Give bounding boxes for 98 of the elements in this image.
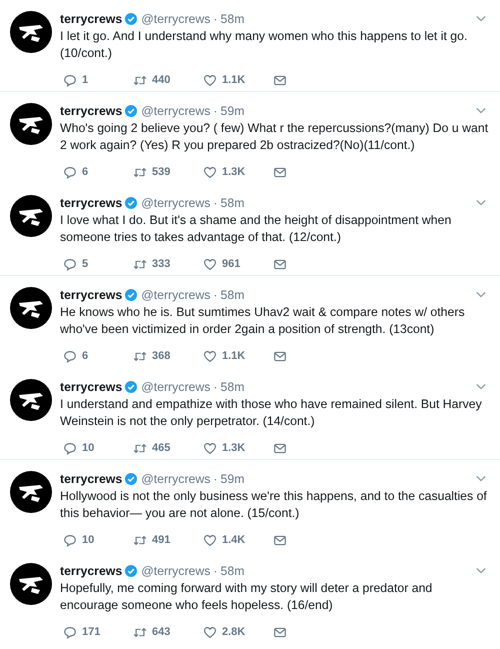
user-name[interactable]: terrycrews: [60, 196, 122, 210]
like-count: 1.4K: [222, 534, 246, 546]
separator-dot: ·: [213, 12, 218, 26]
avatar[interactable]: [10, 471, 52, 513]
timestamp[interactable]: 59m: [220, 472, 244, 486]
heart-icon[interactable]: [203, 166, 217, 178]
user-handle[interactable]: @terrycrews: [141, 564, 210, 578]
separator-dot: ·: [213, 380, 218, 394]
reply-count: 1: [82, 74, 90, 86]
retweet-icon[interactable]: [133, 626, 147, 638]
reply-icon[interactable]: [63, 258, 77, 270]
reply-count: 6: [82, 350, 90, 362]
envelope-icon[interactable]: [273, 350, 287, 362]
tweet-text: I let it go. And I understand why many women who this happens to let it go. (10/cont.): [60, 28, 468, 62]
tweet-text: Who's going 2 believe you? ( few) What r the repercussions?(many) Do u want 2 work again? (Yes) R you prepared 2b ostracized?(No)(11/cont.): [60, 120, 490, 154]
reply-icon[interactable]: [63, 74, 77, 86]
reply-icon[interactable]: [63, 166, 77, 178]
reply-count: 5: [82, 258, 90, 270]
retweet-count: 440: [152, 74, 172, 86]
retweet-icon[interactable]: [133, 534, 147, 546]
timestamp[interactable]: 58m: [220, 564, 244, 578]
envelope-icon[interactable]: [273, 626, 287, 638]
user-name[interactable]: terrycrews: [60, 380, 122, 394]
retweet-count: 465: [152, 442, 172, 454]
tweet-text: Hopefully, me coming forward with my story will deter a predator and encourage someone who feels hopeless. (16/end): [60, 580, 434, 614]
envelope-icon[interactable]: [273, 74, 287, 86]
tweet-text: I understand and empathize with those who have remained silent. But Harvey Weinstein is not the only perpetrator. (14/cont.): [60, 396, 483, 430]
avatar[interactable]: [10, 11, 52, 53]
retweet-icon[interactable]: [133, 350, 147, 362]
avatar[interactable]: [10, 103, 52, 145]
like-count: 1.3K: [222, 166, 246, 178]
retweet-count: 333: [152, 258, 172, 270]
heart-icon[interactable]: [203, 74, 217, 86]
chevron-down-icon[interactable]: [476, 567, 486, 574]
retweet-count: 368: [152, 350, 172, 362]
tweet-text: Hollywood is not the only business we're this happens, and to the casualties of this behavior— you are not alone. (15/cont.): [60, 488, 488, 522]
heart-icon[interactable]: [203, 442, 217, 454]
user-name[interactable]: terrycrews: [60, 472, 122, 486]
chevron-down-icon[interactable]: [476, 15, 486, 22]
user-name[interactable]: terrycrews: [60, 12, 122, 26]
user-name[interactable]: terrycrews: [60, 564, 122, 578]
tweet-text: I love what I do. But it's a shame and the height of disappointment when someone tries to takes advantage of that. (12/cont.): [60, 212, 452, 246]
reply-count: 10: [82, 442, 96, 454]
separator-dot: ·: [213, 104, 218, 118]
retweet-icon[interactable]: [133, 442, 147, 454]
like-count: 1.1K: [222, 350, 246, 362]
heart-icon[interactable]: [203, 258, 217, 270]
retweet-count: 539: [152, 166, 172, 178]
avatar[interactable]: [10, 379, 52, 421]
retweet-icon[interactable]: [133, 74, 147, 86]
timestamp[interactable]: 58m: [220, 380, 244, 394]
heart-icon[interactable]: [203, 626, 217, 638]
reply-icon[interactable]: [63, 350, 77, 362]
user-handle[interactable]: @terrycrews: [141, 12, 210, 26]
user-handle[interactable]: @terrycrews: [141, 472, 210, 486]
reply-icon[interactable]: [63, 534, 77, 546]
heart-icon[interactable]: [203, 350, 217, 362]
envelope-icon[interactable]: [273, 442, 287, 454]
separator-dot: ·: [213, 564, 218, 578]
retweet-icon[interactable]: [133, 258, 147, 270]
tweet-text: He knows who he is. But sumtimes Uhav2 wait & compare notes w/ others who've been victimized in order 2gain a position of strength. (13cont): [60, 304, 466, 338]
separator-dot: ·: [213, 472, 218, 486]
chevron-down-icon[interactable]: [476, 199, 486, 206]
like-count: 2.8K: [222, 626, 246, 638]
timestamp[interactable]: 58m: [220, 288, 244, 302]
like-count: 961: [222, 258, 242, 270]
chevron-down-icon[interactable]: [476, 107, 486, 114]
user-handle[interactable]: @terrycrews: [141, 196, 210, 210]
envelope-icon[interactable]: [273, 258, 287, 270]
retweet-count: 643: [152, 626, 172, 638]
timestamp[interactable]: 58m: [220, 196, 244, 210]
reply-count: 10: [82, 534, 96, 546]
separator-dot: ·: [213, 288, 218, 302]
chevron-down-icon[interactable]: [476, 383, 486, 390]
retweet-icon[interactable]: [133, 166, 147, 178]
user-name[interactable]: terrycrews: [60, 104, 122, 118]
reply-count: 6: [82, 166, 90, 178]
like-count: 1.3K: [222, 442, 246, 454]
timestamp[interactable]: 58m: [220, 12, 244, 26]
user-name[interactable]: terrycrews: [60, 288, 122, 302]
envelope-icon[interactable]: [273, 534, 287, 546]
separator-dot: ·: [213, 196, 218, 210]
reply-count: 171: [82, 626, 102, 638]
heart-icon[interactable]: [203, 534, 217, 546]
user-handle[interactable]: @terrycrews: [141, 288, 210, 302]
envelope-icon[interactable]: [273, 166, 287, 178]
retweet-count: 491: [152, 534, 172, 546]
reply-icon[interactable]: [63, 626, 77, 638]
avatar[interactable]: [10, 195, 52, 237]
timestamp[interactable]: 59m: [220, 104, 244, 118]
user-handle[interactable]: @terrycrews: [141, 104, 210, 118]
chevron-down-icon[interactable]: [476, 475, 486, 482]
avatar[interactable]: [10, 563, 52, 605]
reply-icon[interactable]: [63, 442, 77, 454]
user-handle[interactable]: @terrycrews: [141, 380, 210, 394]
avatar[interactable]: [10, 287, 52, 329]
chevron-down-icon[interactable]: [476, 291, 486, 298]
like-count: 1.1K: [222, 74, 246, 86]
